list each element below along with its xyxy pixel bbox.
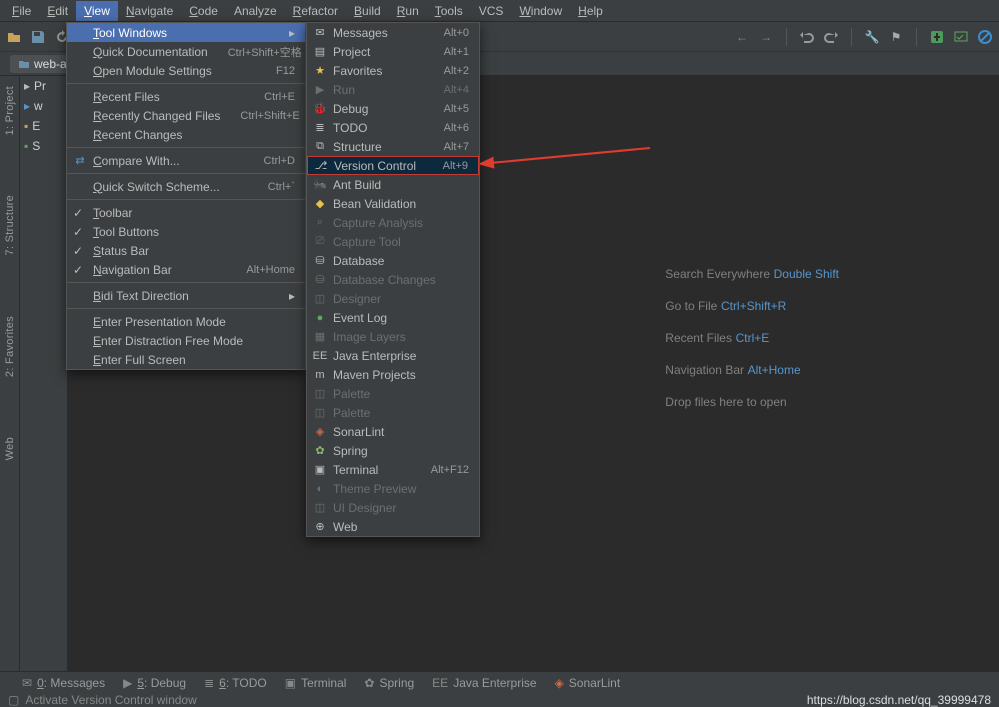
- bottom--todo[interactable]: ≣6: TODO: [204, 676, 267, 690]
- bottom--messages[interactable]: ✉0: Messages: [22, 676, 105, 690]
- menu-navigate[interactable]: Navigate: [118, 1, 181, 21]
- menuitem-bidi-text-direction[interactable]: Bidi Text Direction▸: [67, 286, 305, 305]
- menuitem-enter-distraction-free-mode[interactable]: Enter Distraction Free Mode: [67, 331, 305, 350]
- toolwin-java-enterprise[interactable]: EEJava Enterprise: [307, 346, 479, 365]
- tip-line: Go to File Ctrl+Shift+R: [665, 298, 839, 313]
- git-icon[interactable]: [929, 29, 945, 45]
- tip-line: Recent Files Ctrl+E: [665, 330, 839, 345]
- menu-code[interactable]: Code: [181, 1, 226, 21]
- window-icon[interactable]: ▢: [8, 693, 19, 707]
- menuitem-compare-with-[interactable]: ⇄Compare With...Ctrl+D: [67, 151, 305, 170]
- menuitem-quick-documentation[interactable]: Quick DocumentationCtrl+Shift+空格: [67, 42, 305, 61]
- toolwin-bean-validation[interactable]: ◆Bean Validation: [307, 194, 479, 213]
- menuitem-status-bar[interactable]: ✓Status Bar: [67, 241, 305, 260]
- toolwin-version-control[interactable]: ⎇Version ControlAlt+9: [307, 156, 479, 175]
- menuitem-recent-changes[interactable]: Recent Changes: [67, 125, 305, 144]
- menuitem-toolbar[interactable]: ✓Toolbar: [67, 203, 305, 222]
- back-icon[interactable]: ←: [734, 29, 750, 45]
- toolwin-ui-designer: ◫UI Designer: [307, 498, 479, 517]
- redo-icon[interactable]: [823, 29, 839, 45]
- stop-icon[interactable]: [977, 29, 993, 45]
- toolwin-event-log[interactable]: ●Event Log: [307, 308, 479, 327]
- toolwin-web[interactable]: ⊕Web: [307, 517, 479, 536]
- menubar: FileEditViewNavigateCodeAnalyzeRefactorB…: [0, 0, 999, 22]
- view-menu-popup: Tool Windows▸Quick DocumentationCtrl+Shi…: [66, 22, 306, 370]
- menu-build[interactable]: Build: [346, 1, 389, 21]
- status-bar: ▢ Activate Version Control window https:…: [0, 693, 999, 707]
- save-icon[interactable]: [30, 29, 46, 45]
- bottom--debug[interactable]: ▶5: Debug: [123, 676, 186, 690]
- wrench-icon[interactable]: 🔧: [864, 29, 880, 45]
- toolwin-sonarlint[interactable]: ◈SonarLint: [307, 422, 479, 441]
- toolwin-messages[interactable]: ✉MessagesAlt+0: [307, 23, 479, 42]
- tip-line: Search Everywhere Double Shift: [665, 266, 839, 281]
- toolwin-run: ▶RunAlt+4: [307, 80, 479, 99]
- toolwin-spring[interactable]: ✿Spring: [307, 441, 479, 460]
- menu-tools[interactable]: Tools: [427, 1, 471, 21]
- toolwin-favorites[interactable]: ★FavoritesAlt+2: [307, 61, 479, 80]
- menuitem-recently-changed-files[interactable]: Recently Changed FilesCtrl+Shift+E: [67, 106, 305, 125]
- project-row[interactable]: ▪S: [20, 136, 67, 156]
- side-tab-structure[interactable]: 7: Structure: [4, 195, 16, 255]
- bottom-spring[interactable]: ✿Spring: [364, 676, 414, 690]
- menuitem-tool-buttons[interactable]: ✓Tool Buttons: [67, 222, 305, 241]
- menuitem-quick-switch-scheme-[interactable]: Quick Switch Scheme...Ctrl+`: [67, 177, 305, 196]
- menuitem-enter-presentation-mode[interactable]: Enter Presentation Mode: [67, 312, 305, 331]
- toolwin-database-changes: ⛁Database Changes: [307, 270, 479, 289]
- forward-icon[interactable]: →: [758, 29, 774, 45]
- bottom-terminal[interactable]: ▣Terminal: [285, 676, 347, 690]
- toolwin-ant-build[interactable]: 🐜Ant Build: [307, 175, 479, 194]
- toolwin-structure[interactable]: ⧉StructureAlt+7: [307, 137, 479, 156]
- editor-tips: Search Everywhere Double Shift Go to File…: [665, 266, 839, 409]
- toolwin-designer: ◫Designer: [307, 289, 479, 308]
- toolwin-terminal[interactable]: ▣TerminalAlt+F12: [307, 460, 479, 479]
- menuitem-recent-files[interactable]: Recent FilesCtrl+E: [67, 87, 305, 106]
- toolwin-capture-tool: ⎚Capture Tool: [307, 232, 479, 251]
- menu-view[interactable]: View: [76, 1, 118, 21]
- toolwin-palette: ◫Palette: [307, 403, 479, 422]
- side-tab-web[interactable]: Web: [4, 437, 16, 460]
- toolwin-database[interactable]: ⛁Database: [307, 251, 479, 270]
- menuitem-tool-windows[interactable]: Tool Windows▸: [67, 23, 305, 42]
- menu-file[interactable]: File: [4, 1, 39, 21]
- open-icon[interactable]: [6, 29, 22, 45]
- flag-icon[interactable]: ⚑: [888, 29, 904, 45]
- bottom-sonarlint[interactable]: ◈SonarLint: [555, 676, 621, 690]
- tip-line: Navigation Bar Alt+Home: [665, 362, 839, 377]
- menu-refactor[interactable]: Refactor: [285, 1, 346, 21]
- project-row[interactable]: ▪E: [20, 116, 67, 136]
- menuitem-enter-full-screen[interactable]: Enter Full Screen: [67, 350, 305, 369]
- menu-window[interactable]: Window: [511, 1, 570, 21]
- side-tab-favorites[interactable]: 2: Favorites: [4, 316, 16, 377]
- status-message: Activate Version Control window: [25, 693, 196, 707]
- toolwin-project[interactable]: ▤ProjectAlt+1: [307, 42, 479, 61]
- toolwin-image-layers: ▦Image Layers: [307, 327, 479, 346]
- toolwin-todo[interactable]: ≣TODOAlt+6: [307, 118, 479, 137]
- menuitem-open-module-settings[interactable]: Open Module SettingsF12: [67, 61, 305, 80]
- toolwin-debug[interactable]: 🐞DebugAlt+5: [307, 99, 479, 118]
- toolwin-capture-analysis: ⌕Capture Analysis: [307, 213, 479, 232]
- menu-analyze[interactable]: Analyze: [226, 1, 285, 21]
- menu-help[interactable]: Help: [570, 1, 611, 21]
- menu-run[interactable]: Run: [389, 1, 427, 21]
- left-tool-strip: 1: Project 7: Structure 2: Favorites Web: [0, 76, 20, 677]
- toolwin-theme-preview: ◐Theme Preview: [307, 479, 479, 498]
- project-row[interactable]: ▸w: [20, 96, 67, 116]
- monitor-icon[interactable]: [953, 29, 969, 45]
- undo-icon[interactable]: [799, 29, 815, 45]
- bottom-tool-bar: ✉0: Messages ▶5: Debug ≣6: TODO ▣Terminal ✿S…: [0, 671, 999, 693]
- menuitem-navigation-bar[interactable]: ✓Navigation BarAlt+Home: [67, 260, 305, 279]
- menu-vcs[interactable]: VCS: [471, 1, 512, 21]
- folder-icon: [18, 58, 30, 70]
- tool-windows-submenu: ✉MessagesAlt+0▤ProjectAlt+1★FavoritesAlt…: [306, 22, 480, 537]
- tip-line: Drop files here to open: [665, 394, 839, 409]
- menu-edit[interactable]: Edit: [39, 1, 76, 21]
- toolwin-maven-projects[interactable]: mMaven Projects: [307, 365, 479, 384]
- bottom-java-enterprise[interactable]: EEJava Enterprise: [432, 676, 536, 690]
- toolwin-palette: ◫Palette: [307, 384, 479, 403]
- watermark-url: https://blog.csdn.net/qq_39999478: [807, 693, 991, 707]
- project-row[interactable]: ▸Pr: [20, 76, 67, 96]
- side-tab-project[interactable]: 1: Project: [4, 86, 16, 135]
- project-panel: ▸Pr▸w▪E▪S: [20, 76, 68, 677]
